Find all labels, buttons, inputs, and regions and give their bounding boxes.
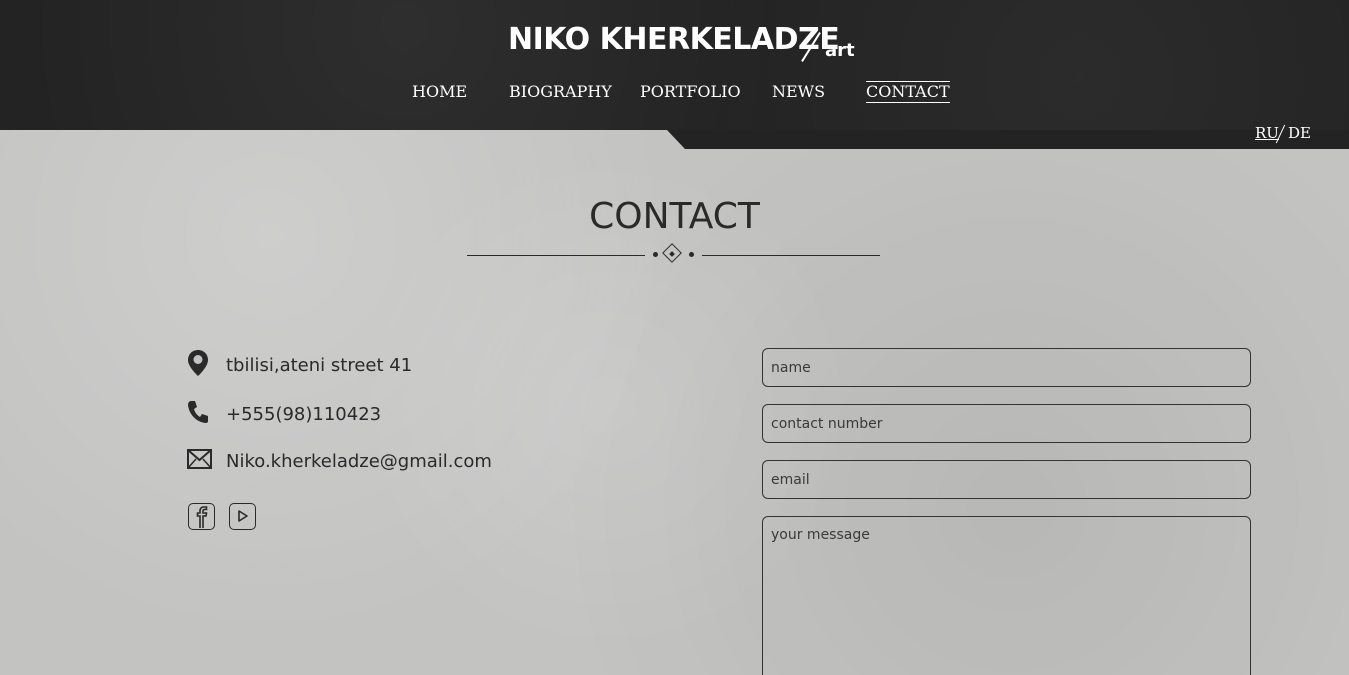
- location-pin-icon: [187, 349, 213, 382]
- contact-address-row: tbilisi,ateni street 41: [187, 349, 412, 382]
- brand-suffix: art: [825, 40, 855, 61]
- youtube-icon[interactable]: [229, 503, 256, 530]
- contact-number-input[interactable]: [762, 404, 1251, 443]
- nav-contact[interactable]: CONTACT: [866, 81, 950, 103]
- language-de[interactable]: DE: [1288, 124, 1311, 142]
- email-input[interactable]: [762, 460, 1251, 499]
- title-divider-dot-right: [689, 252, 694, 257]
- nav-portfolio[interactable]: PORTFOLIO: [640, 82, 741, 101]
- language-ru[interactable]: RU: [1255, 124, 1279, 142]
- site-header: [0, 0, 1349, 130]
- nav-biography[interactable]: BIOGRAPHY: [509, 82, 612, 101]
- title-divider-right: [702, 255, 880, 256]
- page-title: CONTACT: [589, 196, 760, 237]
- header-language-tab: [667, 130, 1349, 149]
- brand-name[interactable]: NIKO KHERKELADZE: [508, 22, 840, 57]
- envelope-icon: [187, 449, 213, 474]
- facebook-icon[interactable]: [188, 503, 215, 530]
- contact-email[interactable]: Niko.kherkeladze@gmail.com: [226, 451, 492, 472]
- phone-icon: [187, 400, 213, 429]
- contact-address: tbilisi,ateni street 41: [226, 355, 413, 376]
- nav-news[interactable]: NEWS: [772, 82, 825, 101]
- contact-email-row: Niko.kherkeladze@gmail.com: [187, 449, 492, 474]
- title-divider-left: [467, 255, 645, 256]
- contact-phone[interactable]: +555(98)110423: [226, 404, 381, 425]
- contact-phone-row: +555(98)110423: [187, 400, 381, 429]
- title-divider-dot-left: [653, 252, 658, 257]
- name-input[interactable]: [762, 348, 1251, 387]
- nav-home[interactable]: HOME: [412, 82, 467, 101]
- message-textarea[interactable]: [762, 516, 1251, 675]
